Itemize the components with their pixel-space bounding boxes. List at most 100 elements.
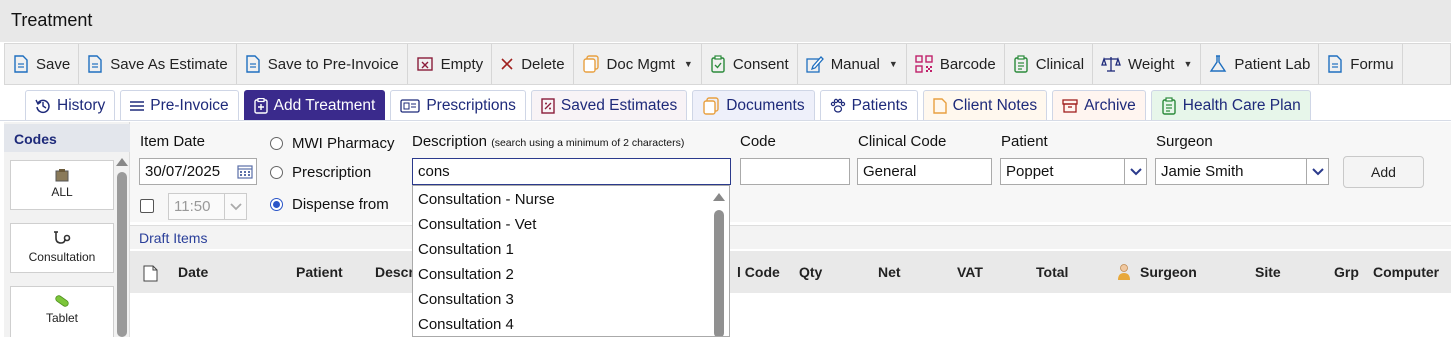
- document-icon: [87, 55, 103, 73]
- toolbar-button-label: Doc Mgmt: [606, 55, 675, 73]
- tab-label: History: [57, 96, 106, 114]
- doc-mgmt-button[interactable]: Doc Mgmt ▼: [574, 44, 702, 84]
- caret-down-icon[interactable]: ▼: [889, 59, 898, 69]
- tab-health-care-plan[interactable]: Health Care Plan: [1150, 90, 1311, 120]
- suggestion-item[interactable]: Consultation 3: [418, 291, 514, 308]
- code-tablet[interactable]: Tablet: [10, 286, 114, 337]
- codes-scrollbar[interactable]: [116, 158, 128, 337]
- radio-button[interactable]: [270, 137, 283, 150]
- time-field[interactable]: 11:50: [168, 193, 247, 220]
- patient-value: Poppet: [1006, 163, 1054, 180]
- toolbar-button-label: Save to Pre-Invoice: [267, 55, 399, 73]
- chevron-down-icon: [1129, 167, 1142, 175]
- tab-label: Prescriptions: [426, 96, 516, 114]
- description-hint: (search using a minimum of 2 characters): [491, 137, 685, 149]
- weight-button[interactable]: Weight ▼: [1093, 44, 1202, 84]
- scroll-thumb[interactable]: [117, 172, 127, 337]
- formulary-button[interactable]: Formu: [1319, 44, 1403, 84]
- tab-label: Patients: [851, 96, 908, 114]
- toolbar-button-label: Weight: [1128, 55, 1175, 73]
- col-qty[interactable]: Qty: [799, 264, 822, 280]
- col-clinical-code[interactable]: l Code: [737, 264, 780, 280]
- tab-label: Saved Estimates: [560, 96, 678, 114]
- calendar-icon[interactable]: [237, 164, 253, 179]
- surgeon-select[interactable]: Jamie Smith: [1155, 158, 1329, 185]
- save-button[interactable]: Save: [5, 44, 80, 84]
- col-total[interactable]: Total: [1036, 264, 1068, 280]
- clinical-code-input[interactable]: General: [857, 158, 992, 185]
- code-input[interactable]: [740, 158, 850, 185]
- radio-button[interactable]: [270, 166, 283, 179]
- empty-button[interactable]: Empty: [408, 44, 493, 84]
- codes-panel: Codes ALL Consultation Tablet: [4, 122, 130, 337]
- suggestion-item[interactable]: Consultation - Nurse: [418, 191, 555, 208]
- col-grp[interactable]: Grp: [1334, 264, 1359, 280]
- tab-saved-estimates[interactable]: Saved Estimates: [530, 90, 688, 120]
- codes-heading: Codes: [4, 124, 130, 152]
- suggestions-scroll-thumb[interactable]: [714, 210, 724, 336]
- toolbar-button-label: Clinical: [1035, 55, 1085, 73]
- col-net[interactable]: Net: [878, 264, 901, 280]
- radio-mwi-pharmacy[interactable]: MWI Pharmacy: [270, 135, 395, 152]
- suggestion-item[interactable]: Consultation 1: [418, 241, 514, 258]
- scroll-up-arrow-icon[interactable]: [116, 158, 128, 166]
- barcode-button[interactable]: Barcode: [907, 44, 1005, 84]
- tab-prescriptions[interactable]: Prescriptions: [390, 90, 526, 120]
- tab-pre-invoice[interactable]: Pre-Invoice: [120, 90, 239, 120]
- col-vat[interactable]: VAT: [957, 264, 983, 280]
- col-patient[interactable]: Patient: [296, 264, 343, 280]
- tab-label: Pre-Invoice: [150, 96, 229, 114]
- tab-client-notes[interactable]: Client Notes: [922, 90, 1048, 120]
- code-all[interactable]: ALL: [10, 160, 114, 210]
- patient-dropdown-toggle[interactable]: [1124, 159, 1146, 184]
- time-checkbox[interactable]: [140, 199, 154, 213]
- tab-label: Documents: [726, 96, 805, 114]
- window-title: Treatment: [11, 10, 93, 30]
- patient-select[interactable]: Poppet: [1000, 158, 1147, 185]
- tab-documents[interactable]: Documents: [692, 90, 815, 120]
- draft-items-heading: Draft Items: [130, 225, 1451, 249]
- caret-down-icon[interactable]: ▼: [684, 59, 693, 69]
- radio-prescription[interactable]: Prescription: [270, 164, 371, 181]
- tab-history[interactable]: History: [25, 90, 116, 120]
- radio-dispense-from[interactable]: Dispense from: [270, 196, 389, 213]
- save-as-estimate-button[interactable]: Save As Estimate: [79, 44, 237, 84]
- caret-down-icon[interactable]: ▼: [1183, 59, 1192, 69]
- tab-add-treatment[interactable]: Add Treatment: [243, 90, 386, 120]
- item-date-value: 30/07/2025: [145, 163, 221, 180]
- tab-label: Archive: [1084, 96, 1136, 114]
- delete-button[interactable]: Delete: [492, 44, 574, 84]
- add-button[interactable]: Add: [1343, 156, 1424, 188]
- save-to-pre-invoice-button[interactable]: Save to Pre-Invoice: [237, 44, 408, 84]
- col-date[interactable]: Date: [178, 264, 208, 280]
- documents-icon: [582, 55, 600, 73]
- manual-button[interactable]: Manual ▼: [798, 44, 907, 84]
- surgeon-dropdown-toggle[interactable]: [1306, 159, 1328, 184]
- tab-archive[interactable]: Archive: [1052, 90, 1146, 120]
- code-consultation[interactable]: Consultation: [10, 223, 114, 273]
- code-consultation-label: Consultation: [28, 250, 96, 264]
- scroll-up-arrow-icon[interactable]: [713, 193, 725, 201]
- radio-label: Prescription: [292, 164, 372, 181]
- toolbar-button-label: Empty: [440, 55, 484, 73]
- col-site[interactable]: Site: [1255, 264, 1281, 280]
- item-date-field[interactable]: 30/07/2025: [139, 158, 257, 185]
- suggestion-item[interactable]: Consultation - Vet: [418, 216, 536, 233]
- chevron-down-icon: [1311, 167, 1324, 175]
- description-input[interactable]: cons: [412, 158, 731, 185]
- consent-button[interactable]: Consent: [702, 44, 798, 84]
- col-surgeon[interactable]: Surgeon: [1140, 264, 1197, 280]
- col-computer[interactable]: Computer: [1373, 264, 1439, 280]
- estimate-icon: [541, 97, 555, 114]
- tab-patients[interactable]: Patients: [819, 90, 918, 120]
- patient-lab-button[interactable]: Patient Lab: [1201, 44, 1320, 84]
- suggestion-item[interactable]: Consultation 2: [418, 266, 514, 283]
- time-dropdown-toggle[interactable]: [224, 194, 246, 219]
- history-icon: [35, 98, 51, 114]
- suggestion-item[interactable]: Consultation 4: [418, 316, 514, 333]
- document-icon: [1327, 55, 1343, 73]
- toolbar: Save Save As Estimate Save to Pre-Invoice E…: [4, 43, 1451, 85]
- radio-button[interactable]: [270, 198, 283, 211]
- tab-bar: History Pre-Invoice Add Treatment Prescript…: [25, 90, 1311, 120]
- clinical-button[interactable]: Clinical: [1005, 44, 1094, 84]
